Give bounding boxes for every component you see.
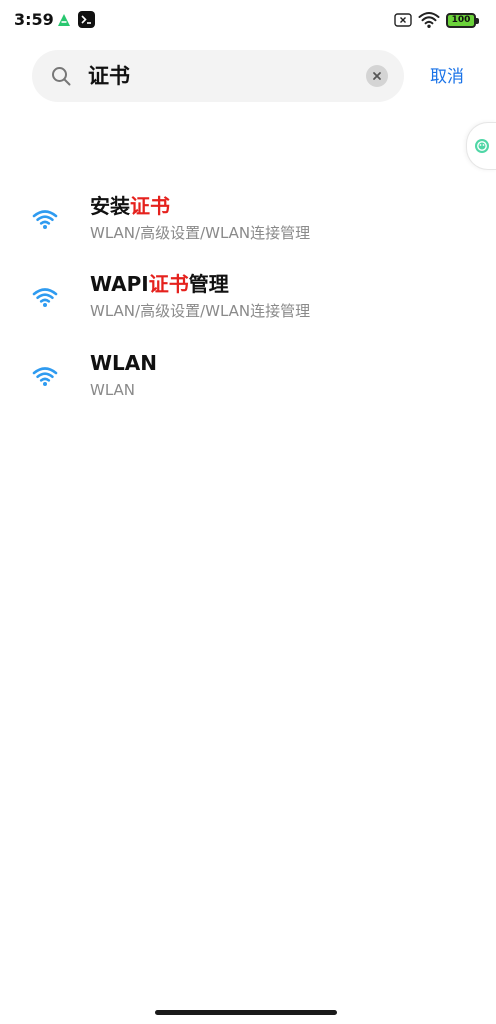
search-input[interactable]: 证书 xyxy=(88,62,130,90)
close-icon xyxy=(373,72,381,80)
match-highlight: 证书 xyxy=(130,194,170,218)
app-notification-icon xyxy=(58,14,70,26)
status-time: 3:59 xyxy=(14,10,54,29)
result-path: WLAN/高级设置/WLAN连接管理 xyxy=(90,302,311,320)
wifi-icon xyxy=(32,288,58,307)
battery-level: 100 xyxy=(451,14,471,25)
no-sim-icon xyxy=(394,13,412,27)
result-title: WLAN xyxy=(90,351,158,375)
list-item[interactable]: WLAN WLAN xyxy=(0,349,496,413)
result-path: WLAN/高级设置/WLAN连接管理 xyxy=(90,224,311,242)
clear-search-button[interactable] xyxy=(366,65,388,87)
home-gesture-bar[interactable] xyxy=(155,1010,337,1015)
search-icon xyxy=(52,67,71,86)
settings-search-screen: 3:59 100 证书 取消 安装证书 WLAN/高级设置/WLAN连接管理 W… xyxy=(0,0,496,1024)
wifi-status-icon xyxy=(418,12,440,28)
status-right-group: 100 xyxy=(394,10,479,30)
status-bar: 3:59 100 xyxy=(0,0,496,40)
terminal-notification-icon xyxy=(78,11,95,28)
result-title: 安装证书 xyxy=(90,194,170,218)
assistant-ball-icon xyxy=(475,139,489,153)
list-item[interactable]: WAPI证书管理 WLAN/高级设置/WLAN连接管理 xyxy=(0,270,496,334)
cancel-button[interactable]: 取消 xyxy=(430,66,464,88)
search-box[interactable]: 证书 xyxy=(32,50,404,102)
match-highlight: 证书 xyxy=(148,272,189,296)
result-path: WLAN xyxy=(90,381,136,399)
result-title: WAPI证书管理 xyxy=(90,272,229,296)
floating-side-handle[interactable] xyxy=(466,122,496,170)
list-item[interactable]: 安装证书 WLAN/高级设置/WLAN连接管理 xyxy=(0,192,496,256)
wifi-icon xyxy=(32,367,58,386)
wifi-icon xyxy=(32,210,58,229)
battery-icon: 100 xyxy=(446,12,479,28)
